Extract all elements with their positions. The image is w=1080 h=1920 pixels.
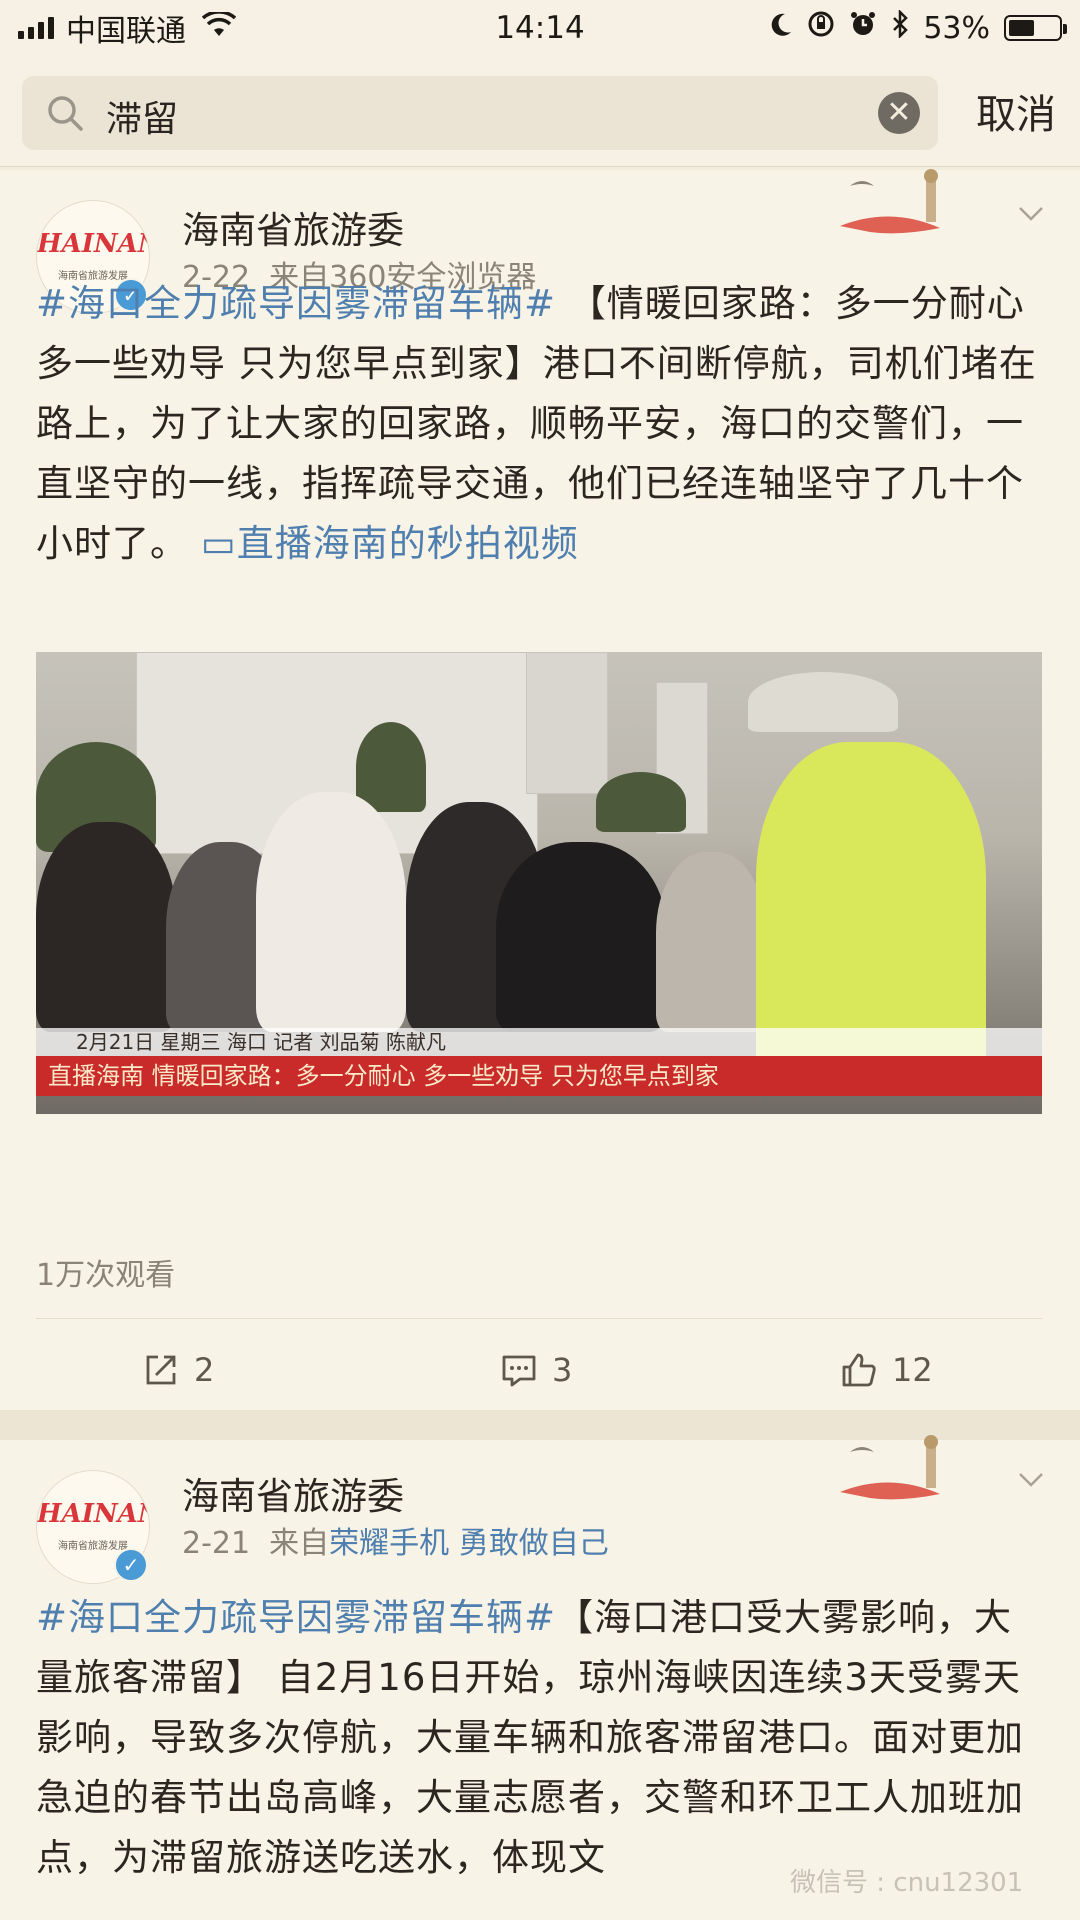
search-icon <box>48 96 83 131</box>
moon-icon <box>769 11 793 46</box>
search-header: 滞留 ✕ 取消 <box>0 56 1080 167</box>
rotation-lock-icon <box>807 10 835 46</box>
chevron-down-icon[interactable] <box>1016 1464 1046 1494</box>
comment-count: 3 <box>552 1351 573 1389</box>
search-field[interactable]: 滞留 ✕ <box>22 76 938 150</box>
repost-button[interactable]: 2 <box>142 1342 214 1398</box>
comment-icon <box>502 1355 536 1387</box>
thumbs-up-icon <box>842 1353 876 1387</box>
police-cap-shape <box>748 672 898 732</box>
clear-search-button[interactable]: ✕ <box>878 92 920 134</box>
post-card[interactable]: HAINAN 海南省旅游发展 ✓ 海南省旅游委 2-22 来自360安全浏览器 … <box>0 169 1080 1410</box>
verified-badge-icon: ✓ <box>114 1548 148 1582</box>
post-body: #海口全力疏导因雾滞留车辆#【海口港口受大雾影响，大量旅客滞留】 自2月16日开… <box>36 1588 1046 1888</box>
battery-icon <box>1004 15 1067 41</box>
post-date: 2-21 <box>182 1526 251 1561</box>
post-body: #海口全力疏导因雾滞留车辆# 【情暖回家路：多一分耐心 多一些劝导 只为您早点到… <box>36 274 1046 574</box>
flag-decoration-icon <box>840 1435 940 1500</box>
repost-icon <box>146 1355 176 1385</box>
video-camera-icon: ▭ <box>200 522 237 565</box>
like-count: 12 <box>892 1351 933 1389</box>
like-button[interactable]: 12 <box>840 1342 933 1398</box>
status-bar: 中国联通 14:14 53% <box>0 0 1080 56</box>
comment-button[interactable]: 3 <box>500 1342 572 1398</box>
search-input[interactable]: 滞留 <box>106 90 178 142</box>
chevron-down-icon[interactable] <box>1016 198 1046 228</box>
view-count: 1万次观看 <box>36 1258 176 1293</box>
account-name[interactable]: 海南省旅游委 <box>182 200 404 254</box>
source-prefix: 来自 <box>269 1526 330 1561</box>
video-link[interactable]: ▭直播海南的秒拍视频 <box>201 522 579 565</box>
video-link-label: 直播海南的秒拍视频 <box>236 522 579 565</box>
hainan-logo: HAINAN <box>37 229 150 259</box>
video-thumbnail[interactable]: 2月21日 星期三 海口 记者 刘品菊 陈献凡 直播海南 情暖回家路：多一分耐心… <box>36 652 1042 1114</box>
hashtag-link[interactable]: #海口全力疏导因雾滞留车辆# <box>36 1596 556 1639</box>
hashtag-link[interactable]: #海口全力疏导因雾滞留车辆# <box>36 282 556 325</box>
wifi-icon <box>201 9 237 45</box>
alarm-icon <box>849 10 877 46</box>
bluetooth-icon <box>891 8 909 46</box>
video-caption: 直播海南 情暖回家路：多一分耐心 多一些劝导 只为您早点到家 <box>36 1056 1042 1096</box>
post-meta: 2-21 来自荣耀手机 勇敢做自己 <box>182 1518 609 1562</box>
battery-percent: 53% <box>923 10 990 46</box>
post-card[interactable]: HAINAN 海南省旅游发展 ✓ 海南省旅游委 2-21 来自荣耀手机 勇敢做自… <box>0 1435 1080 1920</box>
flag-decoration-icon <box>840 169 940 234</box>
cellular-signal-icon <box>18 17 54 39</box>
video-info-strip: 2月21日 星期三 海口 记者 刘品菊 陈献凡 <box>36 1028 1042 1056</box>
close-icon: ✕ <box>886 95 912 130</box>
hainan-logo: HAINAN <box>37 1499 150 1529</box>
account-name[interactable]: 海南省旅游委 <box>182 1466 404 1520</box>
carrier-name: 中国联通 <box>66 14 186 49</box>
divider <box>36 1318 1042 1319</box>
post-source[interactable]: 荣耀手机 勇敢做自己 <box>329 1526 609 1561</box>
cancel-button[interactable]: 取消 <box>976 82 1056 140</box>
repost-count: 2 <box>194 1351 215 1389</box>
wechat-watermark: 微信号 : cnu12301 <box>790 1868 1024 1898</box>
